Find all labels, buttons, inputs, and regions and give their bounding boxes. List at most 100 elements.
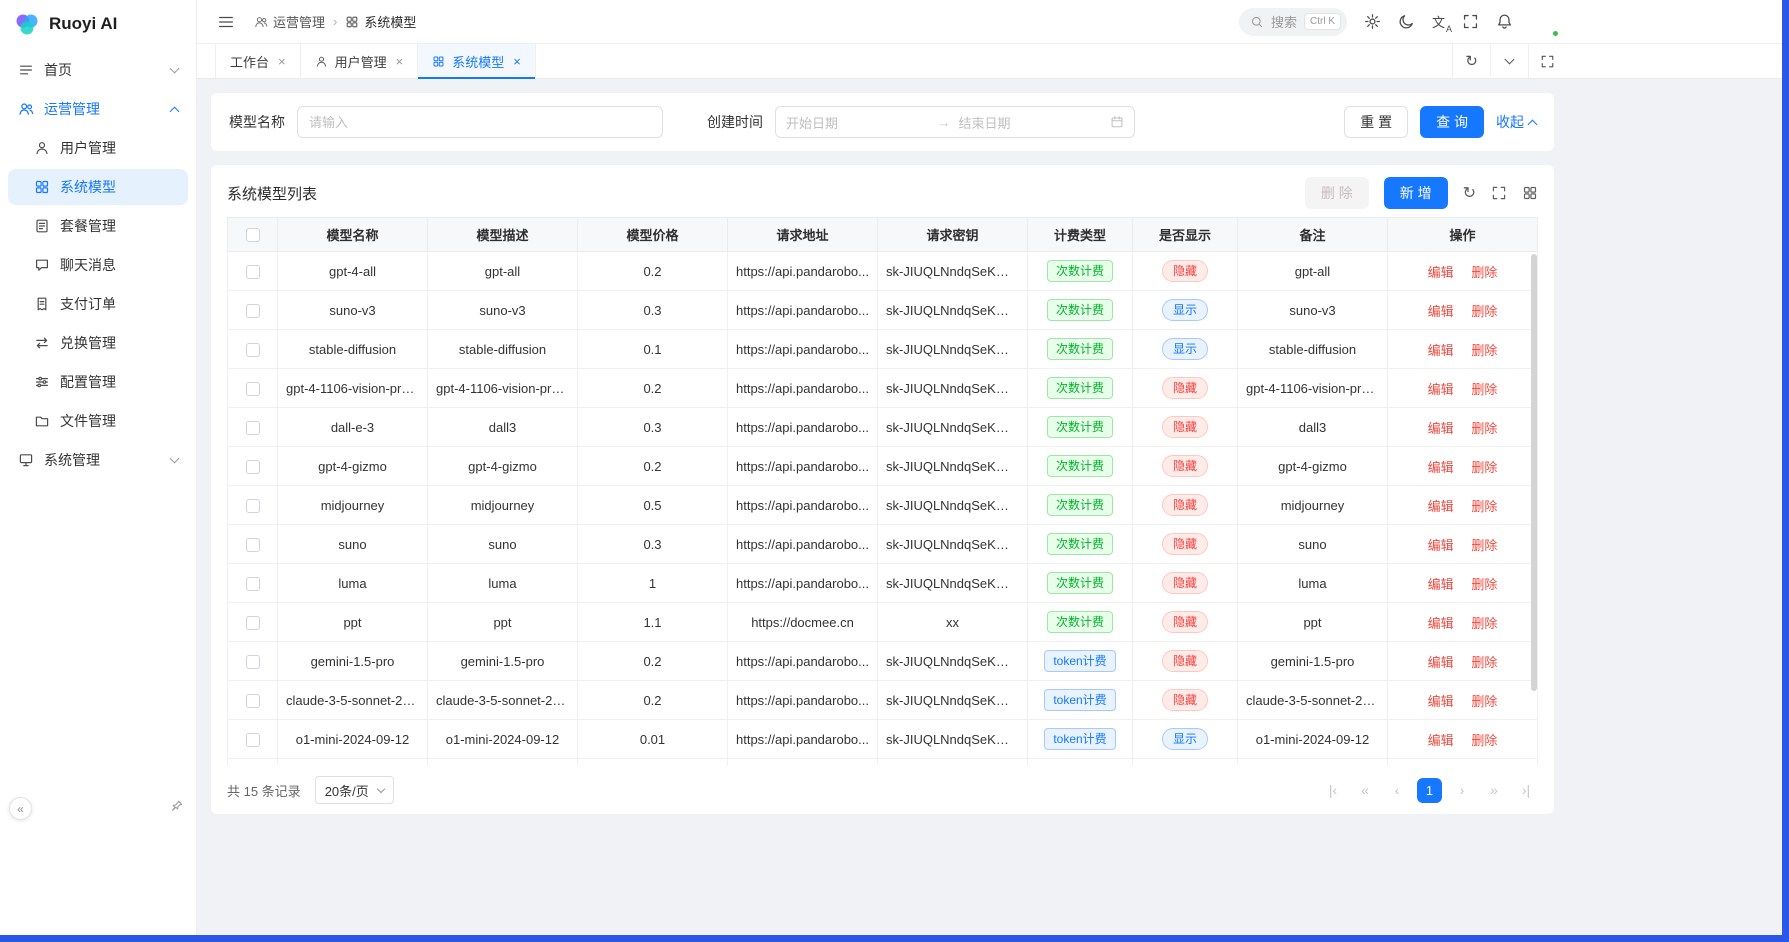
- refresh-icon[interactable]: ↻: [1452, 44, 1490, 78]
- close-icon[interactable]: ×: [513, 54, 521, 69]
- select-all-checkbox[interactable]: [246, 228, 260, 242]
- delete-link[interactable]: 删除: [1471, 655, 1497, 670]
- cell-visibility: 隐藏: [1133, 447, 1238, 486]
- sidebar-collapse-button[interactable]: «: [9, 797, 32, 820]
- row-checkbox[interactable]: [246, 343, 260, 357]
- sidebar-item-models[interactable]: 系统模型: [8, 169, 188, 205]
- pin-icon[interactable]: [170, 799, 184, 813]
- close-icon[interactable]: ×: [396, 54, 404, 69]
- close-icon[interactable]: ×: [278, 54, 286, 69]
- billing-type-tag: 次数计费: [1047, 260, 1113, 282]
- row-checkbox[interactable]: [246, 382, 260, 396]
- row-checkbox[interactable]: [246, 304, 260, 318]
- current-page[interactable]: 1: [1417, 778, 1442, 803]
- edit-link[interactable]: 编辑: [1428, 694, 1454, 709]
- end-date-input[interactable]: 结束日期: [959, 113, 1103, 132]
- edit-link[interactable]: 编辑: [1428, 655, 1454, 670]
- sidebar-item-orders[interactable]: 支付订单: [8, 286, 188, 322]
- edit-link[interactable]: 编辑: [1428, 733, 1454, 748]
- tab-users[interactable]: 用户管理 ×: [301, 44, 419, 78]
- edit-link[interactable]: 编辑: [1428, 460, 1454, 475]
- row-checkbox[interactable]: [246, 265, 260, 279]
- delete-link[interactable]: 删除: [1471, 694, 1497, 709]
- bell-icon[interactable]: [1496, 13, 1513, 30]
- edit-link[interactable]: 编辑: [1428, 382, 1454, 397]
- sidebar-item-plans[interactable]: 套餐管理: [8, 208, 188, 244]
- model-name-input[interactable]: [297, 106, 663, 138]
- row-checkbox[interactable]: [246, 655, 260, 669]
- breadcrumb-separator: ›: [333, 14, 337, 29]
- prev-group-button[interactable]: «: [1353, 778, 1377, 802]
- edit-link[interactable]: 编辑: [1428, 304, 1454, 319]
- breadcrumb-item-operations[interactable]: 运营管理: [254, 12, 325, 31]
- query-button[interactable]: 查 询: [1420, 106, 1484, 138]
- sidebar-item-system[interactable]: 系统管理: [8, 442, 188, 478]
- edit-link[interactable]: 编辑: [1428, 421, 1454, 436]
- edit-link[interactable]: 编辑: [1428, 538, 1454, 553]
- columns-icon[interactable]: [1522, 185, 1538, 201]
- row-checkbox[interactable]: [246, 577, 260, 591]
- row-checkbox[interactable]: [246, 694, 260, 708]
- sidebar-item-config[interactable]: 配置管理: [8, 364, 188, 400]
- delete-link[interactable]: 删除: [1471, 538, 1497, 553]
- row-checkbox[interactable]: [246, 733, 260, 747]
- sidebar-item-users[interactable]: 用户管理: [8, 130, 188, 166]
- date-range-picker[interactable]: 开始日期 → 结束日期: [775, 106, 1135, 138]
- cell-model-price: 0.01: [578, 720, 728, 759]
- delete-link[interactable]: 删除: [1471, 499, 1497, 514]
- logo[interactable]: Ruoyi AI: [0, 0, 196, 48]
- prev-page-button[interactable]: ‹: [1385, 778, 1409, 802]
- delete-link[interactable]: 删除: [1471, 616, 1497, 631]
- edit-link[interactable]: 编辑: [1428, 265, 1454, 280]
- expand-icon[interactable]: [1491, 185, 1507, 201]
- sidebar-item-operations[interactable]: 运营管理: [8, 91, 188, 127]
- add-button[interactable]: 新 增: [1384, 177, 1448, 209]
- delete-link[interactable]: 删除: [1471, 421, 1497, 436]
- next-group-button[interactable]: »: [1482, 778, 1506, 802]
- moon-icon[interactable]: [1398, 13, 1415, 30]
- hamburger-icon[interactable]: [217, 13, 235, 31]
- chevron-down-icon[interactable]: [1490, 44, 1528, 78]
- delete-link[interactable]: 删除: [1471, 265, 1497, 280]
- tab-workbench[interactable]: 工作台 ×: [215, 44, 301, 78]
- edit-link[interactable]: 编辑: [1428, 343, 1454, 358]
- delete-link[interactable]: 删除: [1471, 304, 1497, 319]
- delete-link[interactable]: 删除: [1471, 577, 1497, 592]
- sidebar-item-files[interactable]: 文件管理: [8, 403, 188, 439]
- table-scrollbar-thumb[interactable]: [1531, 254, 1537, 691]
- data-table: 模型名称模型描述模型价格请求地址请求密钥计费类型是否显示备注操作 gpt-4-a…: [227, 217, 1538, 766]
- edit-link[interactable]: 编辑: [1428, 499, 1454, 514]
- batch-delete-button[interactable]: 删 除: [1305, 177, 1369, 209]
- global-search[interactable]: 搜索 Ctrl K: [1239, 8, 1347, 36]
- row-checkbox[interactable]: [246, 616, 260, 630]
- delete-link[interactable]: 删除: [1471, 460, 1497, 475]
- delete-link[interactable]: 删除: [1471, 733, 1497, 748]
- sidebar-item-chat[interactable]: 聊天消息: [8, 247, 188, 283]
- row-checkbox[interactable]: [246, 538, 260, 552]
- start-date-input[interactable]: 开始日期: [786, 113, 930, 132]
- expand-icon[interactable]: [1528, 44, 1566, 78]
- user-avatar[interactable]: [1530, 8, 1558, 36]
- edit-link[interactable]: 编辑: [1428, 577, 1454, 592]
- row-checkbox[interactable]: [246, 499, 260, 513]
- gear-icon[interactable]: [1364, 13, 1381, 30]
- table-row: stable-diffusion stable-diffusion 0.1 ht…: [228, 330, 1538, 369]
- refresh-icon[interactable]: ↻: [1463, 183, 1476, 203]
- delete-link[interactable]: 删除: [1471, 382, 1497, 397]
- collapse-filter-link[interactable]: 收起: [1496, 112, 1536, 132]
- delete-link[interactable]: 删除: [1471, 343, 1497, 358]
- first-page-button[interactable]: |‹: [1321, 778, 1345, 802]
- tab-models[interactable]: 系统模型 ×: [418, 44, 536, 78]
- reset-button[interactable]: 重 置: [1344, 106, 1408, 138]
- fullscreen-icon[interactable]: [1462, 13, 1479, 30]
- translate-icon[interactable]: 文 A: [1432, 12, 1445, 31]
- page-size-select[interactable]: 20条/页: [315, 776, 394, 804]
- last-page-button[interactable]: ›|: [1514, 778, 1538, 802]
- sidebar-item-home[interactable]: 首页: [8, 52, 188, 88]
- breadcrumb-item-models[interactable]: 系统模型: [345, 12, 416, 31]
- sidebar-item-redeem[interactable]: 兑换管理: [8, 325, 188, 361]
- row-checkbox[interactable]: [246, 460, 260, 474]
- next-page-button[interactable]: ›: [1450, 778, 1474, 802]
- row-checkbox[interactable]: [246, 421, 260, 435]
- edit-link[interactable]: 编辑: [1428, 616, 1454, 631]
